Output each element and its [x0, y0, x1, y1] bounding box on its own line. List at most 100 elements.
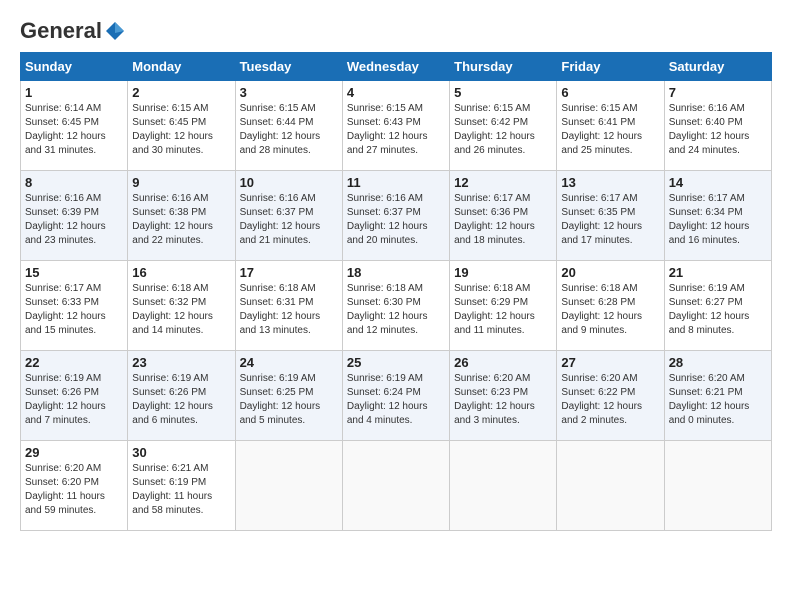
sunset-label: Sunset: 6:44 PM	[240, 117, 314, 128]
day-number: 16	[132, 265, 230, 280]
table-row: 22 Sunrise: 6:19 AM Sunset: 6:26 PM Dayl…	[21, 351, 128, 441]
day-number: 18	[347, 265, 445, 280]
daylight-label: Daylight: 12 hours and 30 minutes.	[132, 131, 213, 156]
logo-icon	[104, 20, 126, 42]
daylight-label: Daylight: 12 hours and 16 minutes.	[669, 221, 750, 246]
sunset-label: Sunset: 6:21 PM	[669, 387, 743, 398]
sunset-label: Sunset: 6:30 PM	[347, 297, 421, 308]
sunset-label: Sunset: 6:38 PM	[132, 207, 206, 218]
table-row: 13 Sunrise: 6:17 AM Sunset: 6:35 PM Dayl…	[557, 171, 664, 261]
daylight-label: Daylight: 12 hours and 5 minutes.	[240, 401, 321, 426]
day-info: Sunrise: 6:20 AM Sunset: 6:23 PM Dayligh…	[454, 372, 552, 428]
logo-general-text: General	[20, 20, 102, 42]
daylight-label: Daylight: 12 hours and 27 minutes.	[347, 131, 428, 156]
table-row: 29 Sunrise: 6:20 AM Sunset: 6:20 PM Dayl…	[21, 441, 128, 531]
day-number: 9	[132, 175, 230, 190]
sunset-label: Sunset: 6:26 PM	[25, 387, 99, 398]
day-number: 7	[669, 85, 767, 100]
daylight-label: Daylight: 12 hours and 8 minutes.	[669, 311, 750, 336]
sunset-label: Sunset: 6:36 PM	[454, 207, 528, 218]
sunrise-label: Sunrise: 6:20 AM	[561, 373, 637, 384]
table-row: 4 Sunrise: 6:15 AM Sunset: 6:43 PM Dayli…	[342, 81, 449, 171]
day-info: Sunrise: 6:18 AM Sunset: 6:29 PM Dayligh…	[454, 282, 552, 338]
sunset-label: Sunset: 6:45 PM	[25, 117, 99, 128]
empty-cell	[235, 441, 342, 531]
table-row: 9 Sunrise: 6:16 AM Sunset: 6:38 PM Dayli…	[128, 171, 235, 261]
table-row: 26 Sunrise: 6:20 AM Sunset: 6:23 PM Dayl…	[450, 351, 557, 441]
sunrise-label: Sunrise: 6:20 AM	[454, 373, 530, 384]
sunrise-label: Sunrise: 6:16 AM	[347, 193, 423, 204]
day-number: 29	[25, 445, 123, 460]
table-row: 11 Sunrise: 6:16 AM Sunset: 6:37 PM Dayl…	[342, 171, 449, 261]
day-number: 21	[669, 265, 767, 280]
day-info: Sunrise: 6:20 AM Sunset: 6:20 PM Dayligh…	[25, 462, 123, 518]
table-row: 16 Sunrise: 6:18 AM Sunset: 6:32 PM Dayl…	[128, 261, 235, 351]
sunrise-label: Sunrise: 6:18 AM	[132, 283, 208, 294]
day-info: Sunrise: 6:19 AM Sunset: 6:25 PM Dayligh…	[240, 372, 338, 428]
daylight-label: Daylight: 12 hours and 18 minutes.	[454, 221, 535, 246]
col-wednesday: Wednesday	[342, 53, 449, 81]
sunset-label: Sunset: 6:23 PM	[454, 387, 528, 398]
day-number: 15	[25, 265, 123, 280]
sunset-label: Sunset: 6:27 PM	[669, 297, 743, 308]
sunset-label: Sunset: 6:24 PM	[347, 387, 421, 398]
calendar-week-row: 29 Sunrise: 6:20 AM Sunset: 6:20 PM Dayl…	[21, 441, 772, 531]
day-number: 11	[347, 175, 445, 190]
day-info: Sunrise: 6:16 AM Sunset: 6:40 PM Dayligh…	[669, 102, 767, 158]
sunrise-label: Sunrise: 6:19 AM	[669, 283, 745, 294]
col-thursday: Thursday	[450, 53, 557, 81]
day-info: Sunrise: 6:16 AM Sunset: 6:37 PM Dayligh…	[347, 192, 445, 248]
table-row: 21 Sunrise: 6:19 AM Sunset: 6:27 PM Dayl…	[664, 261, 771, 351]
day-number: 13	[561, 175, 659, 190]
calendar-week-row: 22 Sunrise: 6:19 AM Sunset: 6:26 PM Dayl…	[21, 351, 772, 441]
sunrise-label: Sunrise: 6:21 AM	[132, 463, 208, 474]
day-number: 27	[561, 355, 659, 370]
sunrise-label: Sunrise: 6:19 AM	[347, 373, 423, 384]
sunset-label: Sunset: 6:19 PM	[132, 477, 206, 488]
table-row: 24 Sunrise: 6:19 AM Sunset: 6:25 PM Dayl…	[235, 351, 342, 441]
page: General Sunday Monday Tuesday Wednesday …	[0, 0, 792, 551]
day-info: Sunrise: 6:15 AM Sunset: 6:42 PM Dayligh…	[454, 102, 552, 158]
sunrise-label: Sunrise: 6:15 AM	[240, 103, 316, 114]
daylight-label: Daylight: 12 hours and 4 minutes.	[347, 401, 428, 426]
day-info: Sunrise: 6:15 AM Sunset: 6:43 PM Dayligh…	[347, 102, 445, 158]
sunset-label: Sunset: 6:37 PM	[347, 207, 421, 218]
sunrise-label: Sunrise: 6:15 AM	[454, 103, 530, 114]
sunset-label: Sunset: 6:26 PM	[132, 387, 206, 398]
sunrise-label: Sunrise: 6:16 AM	[669, 103, 745, 114]
daylight-label: Daylight: 12 hours and 6 minutes.	[132, 401, 213, 426]
sunrise-label: Sunrise: 6:20 AM	[25, 463, 101, 474]
sunrise-label: Sunrise: 6:15 AM	[347, 103, 423, 114]
table-row: 30 Sunrise: 6:21 AM Sunset: 6:19 PM Dayl…	[128, 441, 235, 531]
sunrise-label: Sunrise: 6:19 AM	[240, 373, 316, 384]
table-row: 25 Sunrise: 6:19 AM Sunset: 6:24 PM Dayl…	[342, 351, 449, 441]
sunset-label: Sunset: 6:35 PM	[561, 207, 635, 218]
col-monday: Monday	[128, 53, 235, 81]
daylight-label: Daylight: 12 hours and 20 minutes.	[347, 221, 428, 246]
day-number: 25	[347, 355, 445, 370]
sunrise-label: Sunrise: 6:15 AM	[132, 103, 208, 114]
daylight-label: Daylight: 12 hours and 13 minutes.	[240, 311, 321, 336]
sunrise-label: Sunrise: 6:16 AM	[132, 193, 208, 204]
sunset-label: Sunset: 6:43 PM	[347, 117, 421, 128]
empty-cell	[664, 441, 771, 531]
logo: General	[20, 20, 126, 42]
table-row: 7 Sunrise: 6:16 AM Sunset: 6:40 PM Dayli…	[664, 81, 771, 171]
sunset-label: Sunset: 6:34 PM	[669, 207, 743, 218]
day-number: 17	[240, 265, 338, 280]
day-info: Sunrise: 6:17 AM Sunset: 6:35 PM Dayligh…	[561, 192, 659, 248]
day-number: 23	[132, 355, 230, 370]
sunrise-label: Sunrise: 6:19 AM	[25, 373, 101, 384]
daylight-label: Daylight: 12 hours and 7 minutes.	[25, 401, 106, 426]
calendar-week-row: 1 Sunrise: 6:14 AM Sunset: 6:45 PM Dayli…	[21, 81, 772, 171]
sunset-label: Sunset: 6:20 PM	[25, 477, 99, 488]
sunset-label: Sunset: 6:32 PM	[132, 297, 206, 308]
sunrise-label: Sunrise: 6:16 AM	[240, 193, 316, 204]
sunrise-label: Sunrise: 6:18 AM	[240, 283, 316, 294]
day-info: Sunrise: 6:21 AM Sunset: 6:19 PM Dayligh…	[132, 462, 230, 518]
sunrise-label: Sunrise: 6:17 AM	[669, 193, 745, 204]
day-number: 1	[25, 85, 123, 100]
col-friday: Friday	[557, 53, 664, 81]
day-number: 22	[25, 355, 123, 370]
sunrise-label: Sunrise: 6:19 AM	[132, 373, 208, 384]
